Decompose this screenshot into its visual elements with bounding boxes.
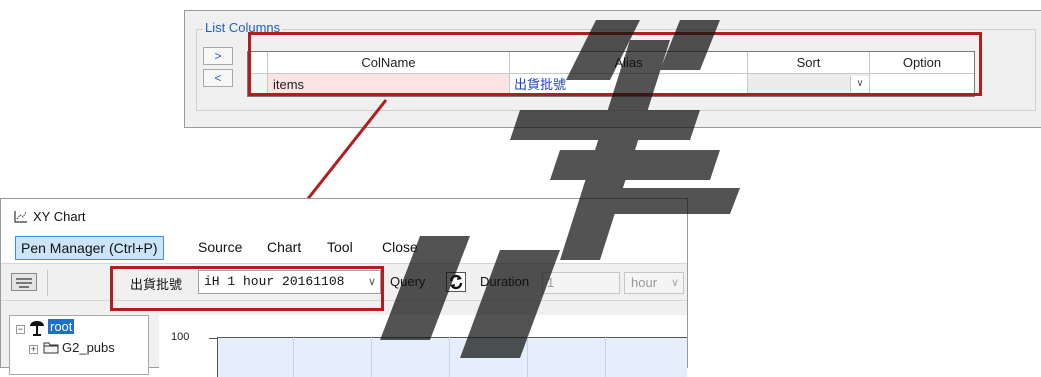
menu-bar: Pen Manager (Ctrl+P) Source Chart Tool C… [1,233,687,263]
pen-tree: − root + G2_pubs [9,315,149,375]
window-titlebar: XY Chart [1,199,687,233]
refresh-button[interactable] [446,272,466,292]
chevron-down-icon[interactable]: ∨ [671,273,679,293]
duration-unit-select[interactable]: hour ∨ [624,272,684,294]
field-label: 出貨批號 [130,277,183,292]
toolbar-separator [47,270,48,296]
expand-icon[interactable]: + [29,345,38,354]
grid-line [293,337,294,377]
keyboard-icon[interactable] [11,273,37,291]
grid-line [527,337,528,377]
collapse-icon[interactable]: − [16,325,25,334]
tree-child-label[interactable]: G2_pubs [62,340,115,355]
chart-icon [14,211,27,223]
y-axis-tick-label: 100 [171,331,190,343]
menu-tool[interactable]: Tool [327,239,353,255]
refresh-icon [449,274,463,290]
xy-chart-window: XY Chart Pen Manager (Ctrl+P) Source Cha… [0,198,688,377]
tree-root-label[interactable]: root [48,319,75,334]
batch-combo-value: iH 1 hour 20161108 [204,274,345,289]
window-title: XY Chart [33,209,86,224]
query-label: Query [390,274,426,289]
chevron-down-icon[interactable]: ∨ [368,271,376,293]
toolbar: 出貨批號 iH 1 hour 20161108 ∨ Query Duration… [1,263,687,301]
grid-line [449,337,450,377]
y-axis-tick [209,338,217,339]
plot-area[interactable] [217,337,687,377]
menu-source[interactable]: Source [198,239,242,255]
duration-input[interactable]: 1 [542,272,620,294]
chart-pane: 100 [159,315,687,377]
menu-chart[interactable]: Chart [267,239,301,255]
menu-pen-manager[interactable]: Pen Manager (Ctrl+P) [15,236,164,260]
grid-line [605,337,606,377]
duration-unit-value: hour [631,275,658,290]
tree-root-icon [30,321,44,336]
batch-combo[interactable]: iH 1 hour 20161108 ∨ [198,270,381,294]
duration-label: Duration [480,274,530,289]
grid-line [371,337,372,377]
menu-close[interactable]: Close [382,239,418,255]
folder-icon [43,342,59,354]
